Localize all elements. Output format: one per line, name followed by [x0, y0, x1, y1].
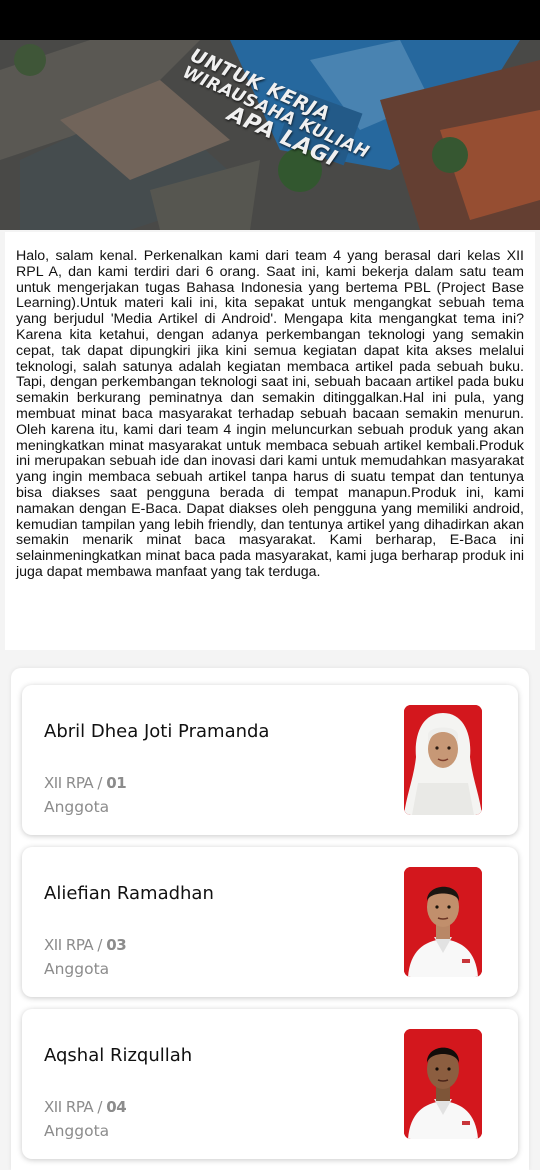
- member-role: Anggota: [44, 960, 110, 978]
- member-class-label: XII RPA /: [44, 936, 107, 954]
- member-photo: [404, 867, 482, 977]
- member-role: Anggota: [44, 1122, 110, 1140]
- status-bar: [0, 0, 540, 40]
- intro-paragraph: Halo, salam kenal. Perkenalkan kami dari…: [16, 248, 524, 580]
- member-photo-male-icon: [404, 867, 482, 977]
- member-card[interactable]: Aliefian Ramadhan XII RPA / 03 Anggota: [22, 847, 518, 997]
- member-class: XII RPA / 04: [44, 1098, 127, 1116]
- member-photo: [404, 1029, 482, 1139]
- member-photo-hijab-icon: [404, 705, 482, 815]
- member-card[interactable]: Abril Dhea Joti Pramanda XII RPA / 01 An…: [22, 685, 518, 835]
- member-list: Abril Dhea Joti Pramanda XII RPA / 01 An…: [11, 668, 529, 1170]
- member-photo-male-icon: [404, 1029, 482, 1139]
- member-number: 03: [106, 936, 127, 954]
- member-role: Anggota: [44, 798, 110, 816]
- intro-card: Halo, salam kenal. Perkenalkan kami dari…: [5, 232, 535, 650]
- member-number: 04: [106, 1098, 127, 1116]
- member-class: XII RPA / 03: [44, 936, 127, 954]
- member-photo: [404, 705, 482, 815]
- member-name: Aqshal Rizqullah: [44, 1045, 193, 1066]
- member-class: XII RPA / 01: [44, 774, 127, 792]
- member-number: 01: [106, 774, 127, 792]
- hero-image: UNTUK KERJA WIRAUSAHA KULIAH APA LAGI: [0, 40, 540, 230]
- member-name: Abril Dhea Joti Pramanda: [44, 721, 270, 742]
- member-class-label: XII RPA /: [44, 774, 107, 792]
- member-name: Aliefian Ramadhan: [44, 883, 214, 904]
- member-card[interactable]: Aqshal Rizqullah XII RPA / 04 Anggota: [22, 1009, 518, 1159]
- member-class-label: XII RPA /: [44, 1098, 107, 1116]
